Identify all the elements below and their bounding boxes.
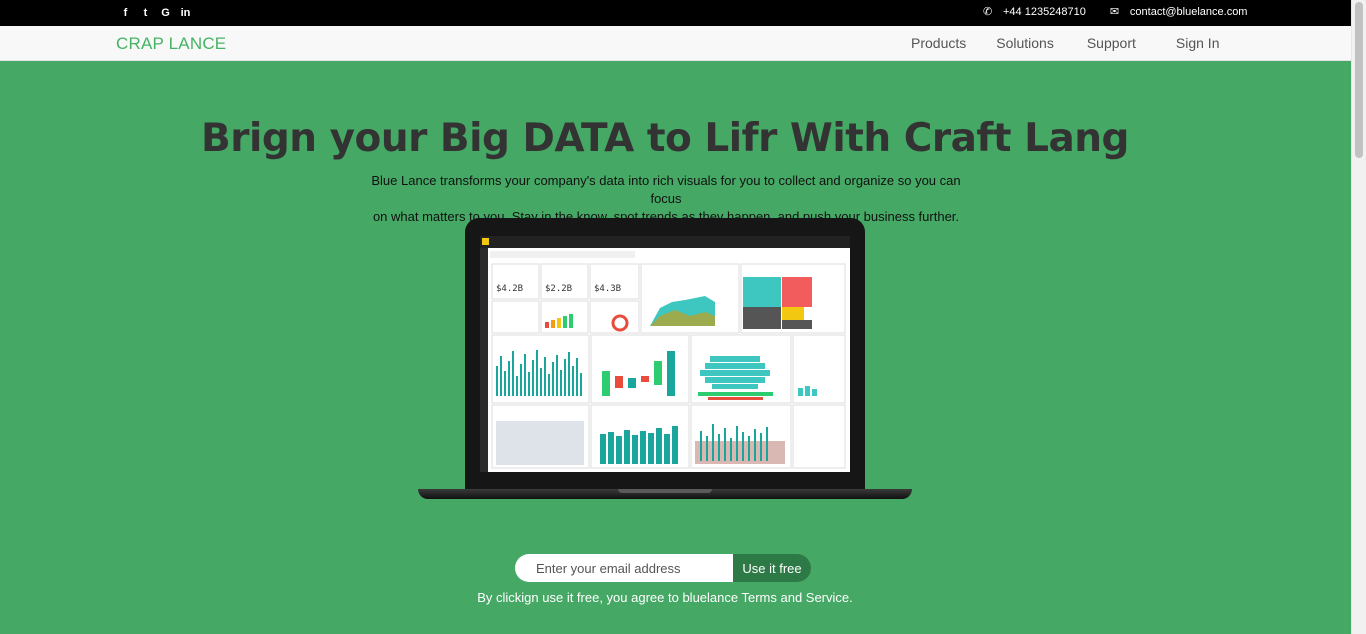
nav-item-products[interactable]: Products: [911, 35, 966, 51]
svg-text:$2.2B: $2.2B: [545, 284, 572, 294]
brand-logo[interactable]: CRAP LANCE: [116, 34, 226, 54]
contact-info: ✆ +44 1235248710 ✉ contact@bluelance.com: [983, 6, 1247, 18]
page-scrollbar[interactable]: [1351, 0, 1366, 634]
linkedin-icon[interactable]: in: [180, 7, 191, 19]
top-contact-bar: f t G in ✆ +44 1235248710 ✉ contact@blue…: [0, 0, 1351, 26]
nav-menu: Products Solutions Support Sign In: [911, 35, 1219, 51]
nav-item-solutions[interactable]: Solutions: [996, 35, 1054, 51]
social-links: f t G in: [120, 7, 191, 19]
use-it-free-button[interactable]: Use it free: [733, 554, 811, 582]
svg-text:$4.2B: $4.2B: [496, 284, 523, 294]
google-plus-icon[interactable]: G: [160, 7, 171, 19]
laptop-lid: $4.2B $2.2B $4.3B: [465, 218, 865, 493]
facebook-icon[interactable]: f: [120, 7, 131, 19]
laptop-dashboard-image: $4.2B $2.2B $4.3B: [418, 218, 912, 502]
terms-notice: By clickign use it free, you agree to bl…: [477, 590, 853, 605]
nav-item-sign-in[interactable]: Sign In: [1176, 35, 1220, 51]
scrollbar-thumb[interactable]: [1355, 2, 1363, 158]
nav-item-support[interactable]: Support: [1087, 35, 1136, 51]
signup-form: Use it free: [515, 554, 811, 582]
laptop-notch: [618, 489, 712, 493]
twitter-icon[interactable]: t: [140, 7, 151, 19]
dashboard-charts-graphic: $4.2B $2.2B $4.3B: [490, 251, 846, 469]
phone-number: +44 1235248710: [1003, 6, 1086, 18]
email-address[interactable]: contact@bluelance.com: [1130, 6, 1248, 18]
svg-text:$4.3B: $4.3B: [594, 284, 621, 294]
hero-title: Brign your Big DATA to Lifr With Craft L…: [201, 116, 1129, 161]
envelope-icon: ✉: [1109, 6, 1120, 18]
email-input[interactable]: [515, 554, 735, 582]
hero-subtitle-line-1: Blue Lance transforms your company's dat…: [371, 173, 961, 206]
phone-icon: ✆: [983, 6, 993, 18]
main-navbar: CRAP LANCE Products Solutions Support Si…: [0, 26, 1351, 61]
dashboard-screenshot: $4.2B $2.2B $4.3B: [480, 236, 850, 472]
